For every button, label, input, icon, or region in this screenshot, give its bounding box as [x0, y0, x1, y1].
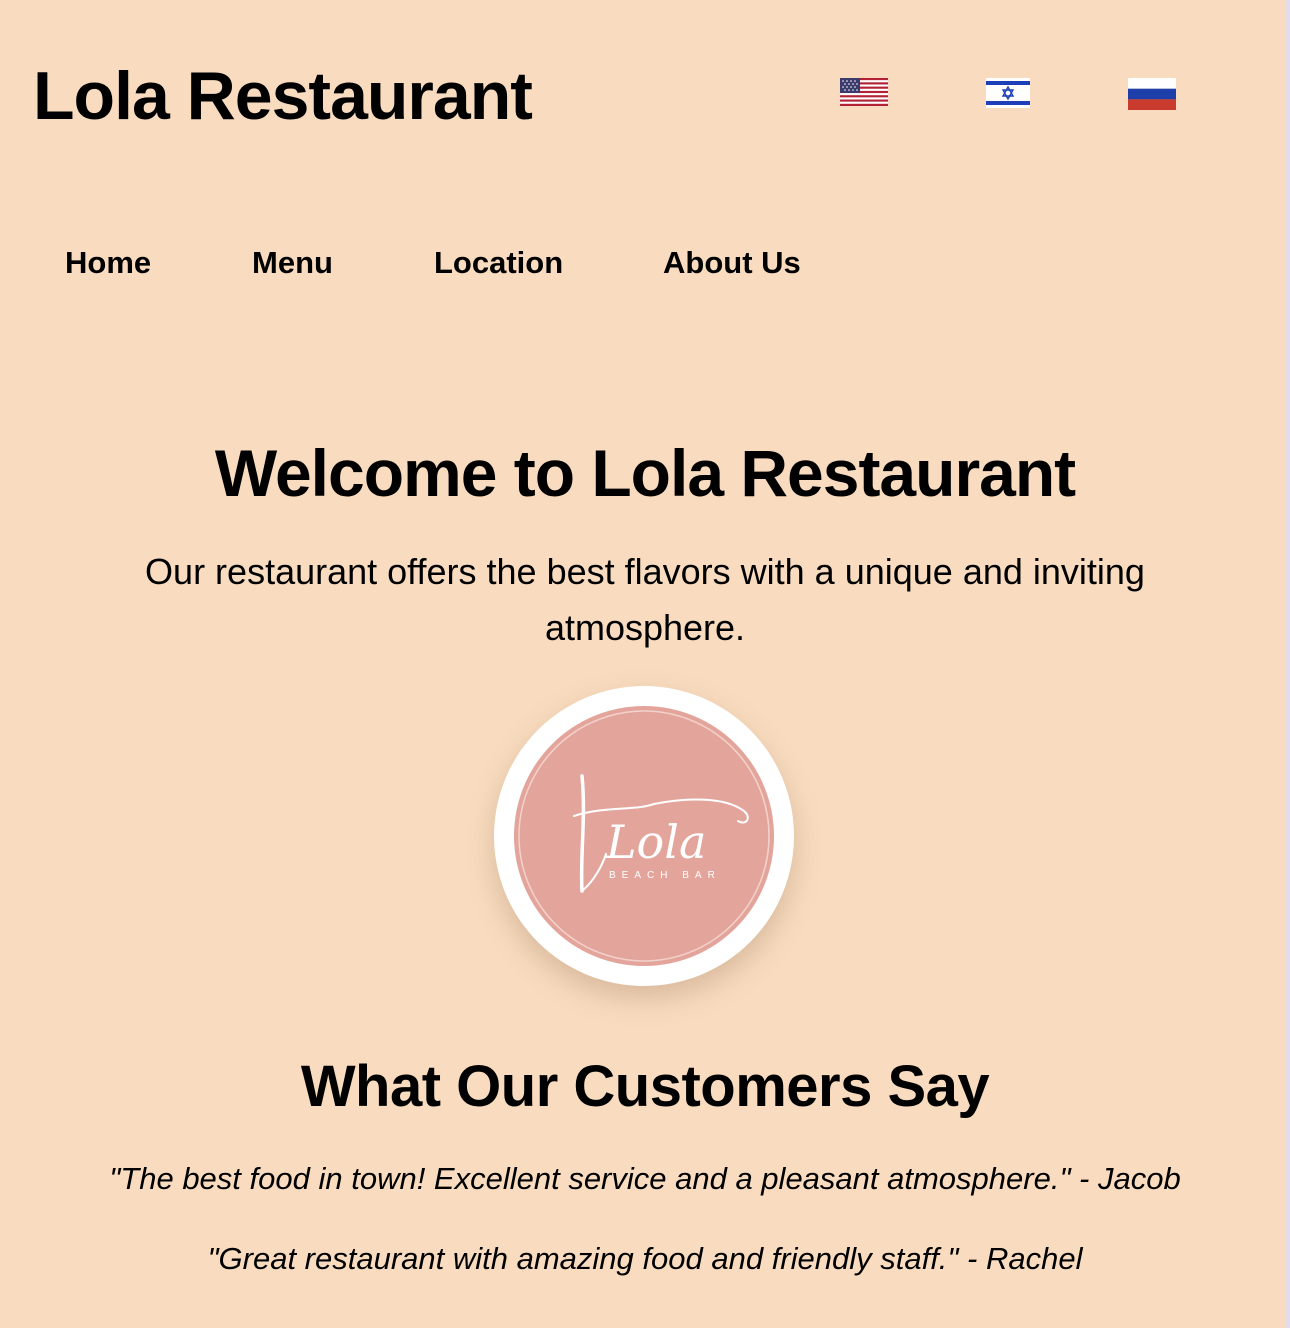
- restaurant-logo: Lola BEACH BAR: [494, 686, 794, 986]
- nav-menu-link[interactable]: Menu: [252, 243, 333, 283]
- hero-description: Our restaurant offers the best flavors w…: [145, 551, 1145, 648]
- nav-about-link[interactable]: About Us: [663, 243, 801, 283]
- hero-title: Welcome to Lola Restaurant: [214, 436, 1076, 510]
- review-item: "The best food in town! Excellent servic…: [109, 1161, 1181, 1196]
- language-switcher: [0, 78, 1290, 110]
- logo-script-text: Lola: [605, 815, 706, 869]
- window-edge: [1286, 0, 1290, 1328]
- nav-location-link[interactable]: Location: [434, 243, 563, 283]
- lola-logo-icon: Lola BEACH BAR: [514, 706, 774, 966]
- reviews-title: What Our Customers Say: [300, 1054, 990, 1119]
- nav-home-link[interactable]: Home: [65, 243, 151, 283]
- us-flag-icon[interactable]: [840, 78, 888, 106]
- main-navigation: Home Menu Location About Us: [0, 243, 1290, 283]
- israel-flag-icon[interactable]: [986, 78, 1030, 108]
- logo-subtext: BEACH BAR: [609, 870, 721, 881]
- russia-flag-icon[interactable]: [1128, 78, 1176, 110]
- review-item: "Great restaurant with amazing food and …: [207, 1241, 1083, 1276]
